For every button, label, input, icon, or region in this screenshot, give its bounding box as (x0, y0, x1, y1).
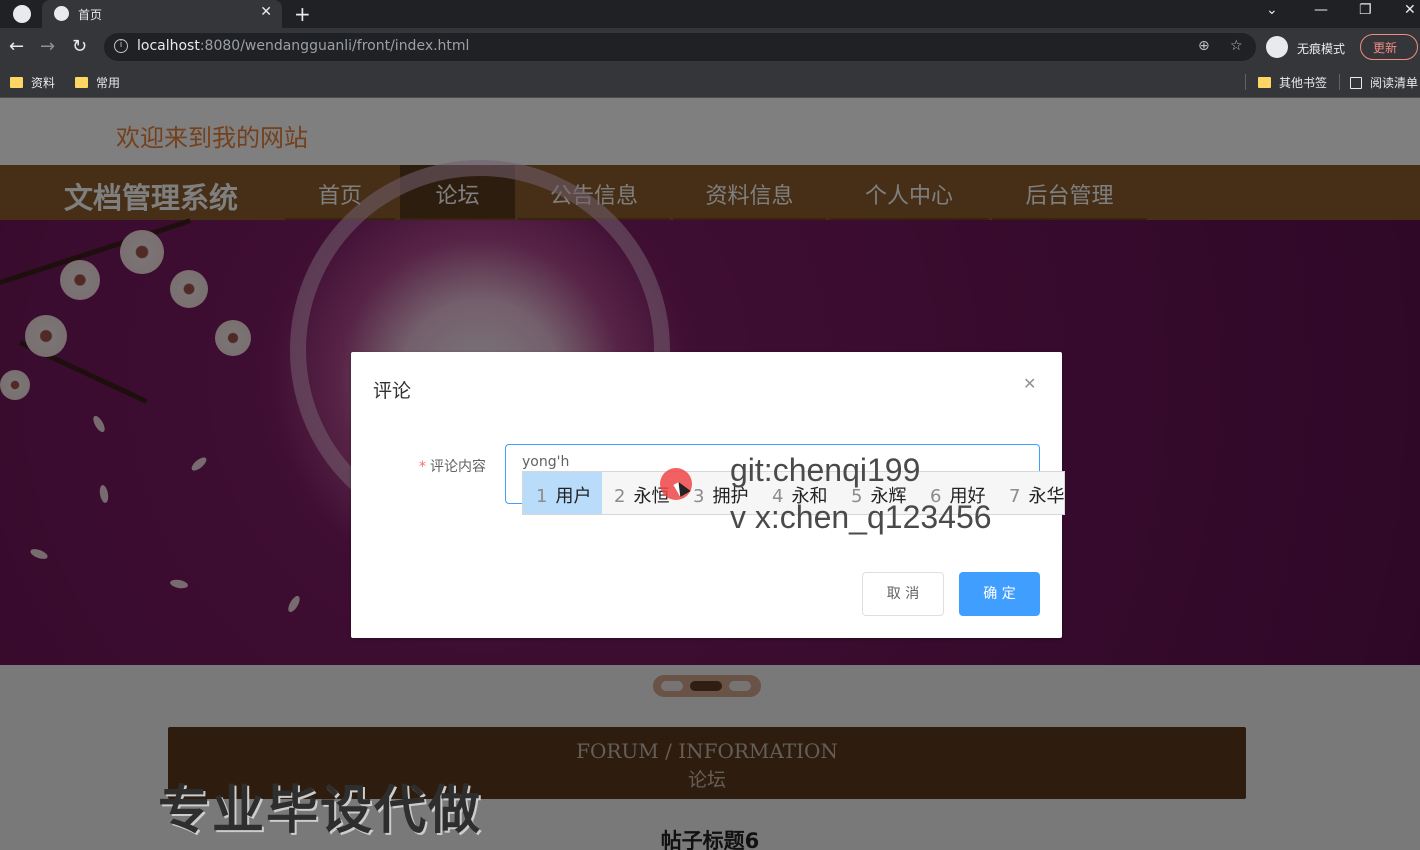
globe-icon (54, 6, 69, 21)
folder-icon (75, 77, 88, 88)
cancel-button[interactable]: 取 消 (862, 572, 944, 616)
tab-title: 首页 (78, 8, 103, 22)
browser-tab[interactable]: 首页 ✕ (42, 0, 282, 28)
bookmark-divider (1245, 74, 1246, 90)
bookmark-folder-ziliao[interactable]: 资料 (10, 74, 55, 91)
dialog-title: 评论 (373, 380, 412, 402)
watermark-wechat: v x:chen_q123456 (730, 499, 992, 535)
forward-icon[interactable]: → (40, 36, 55, 57)
reading-list[interactable]: 阅读清单 (1350, 74, 1418, 91)
new-tab-icon[interactable]: + (294, 2, 311, 26)
other-bookmarks[interactable]: 其他书签 (1258, 74, 1327, 91)
bookmark-star-icon[interactable]: ☆ (1230, 38, 1243, 54)
browser-tab-strip: 首页 ✕ + ⌄ — ❐ ✕ (0, 0, 1420, 28)
ime-candidate[interactable]: 7 永华 (1009, 472, 1064, 514)
url-text: localhost:8080/wendangguanli/front/index… (137, 38, 470, 54)
url-input[interactable]: i localhost:8080/wendangguanli/front/ind… (104, 33, 1256, 61)
folder-icon (1258, 77, 1271, 88)
reading-list-icon (1350, 76, 1362, 89)
reload-icon[interactable]: ↻ (72, 36, 87, 57)
browser-globe-icon (13, 5, 31, 23)
watermark-git: git:chenqi199 (730, 452, 921, 488)
confirm-button[interactable]: 确 定 (959, 572, 1040, 616)
close-icon[interactable]: ✕ (1023, 374, 1036, 393)
address-bar-row: ← → ↻ i localhost:8080/wendangguanli/fro… (0, 28, 1420, 66)
watermark-promo: 专业毕设代做 (158, 781, 483, 841)
tab-search-icon[interactable]: ⌄ (1266, 2, 1278, 18)
required-asterisk: * (419, 459, 426, 475)
incognito-icon[interactable] (1266, 36, 1288, 58)
zoom-icon[interactable]: ⊕ (1198, 38, 1210, 54)
comment-field-label: * 评论内容 (419, 459, 486, 475)
bookmark-folder-changyong[interactable]: 常用 (75, 74, 120, 91)
bookmark-divider (1339, 74, 1340, 90)
incognito-label: 无痕模式 (1297, 42, 1346, 56)
bookmarks-bar: 资料 常用 其他书签 阅读清单 (0, 66, 1420, 98)
site-info-icon[interactable]: i (114, 39, 128, 53)
restore-icon[interactable]: ❐ (1359, 2, 1372, 18)
back-icon[interactable]: ← (9, 36, 24, 57)
close-tab-icon[interactable]: ✕ (260, 4, 272, 20)
close-window-icon[interactable]: ✕ (1404, 2, 1416, 18)
folder-icon (10, 77, 23, 88)
ime-candidate[interactable]: 1 用户 (523, 472, 602, 514)
minimize-icon[interactable]: — (1314, 2, 1328, 18)
update-button[interactable]: 更新 (1360, 34, 1418, 60)
